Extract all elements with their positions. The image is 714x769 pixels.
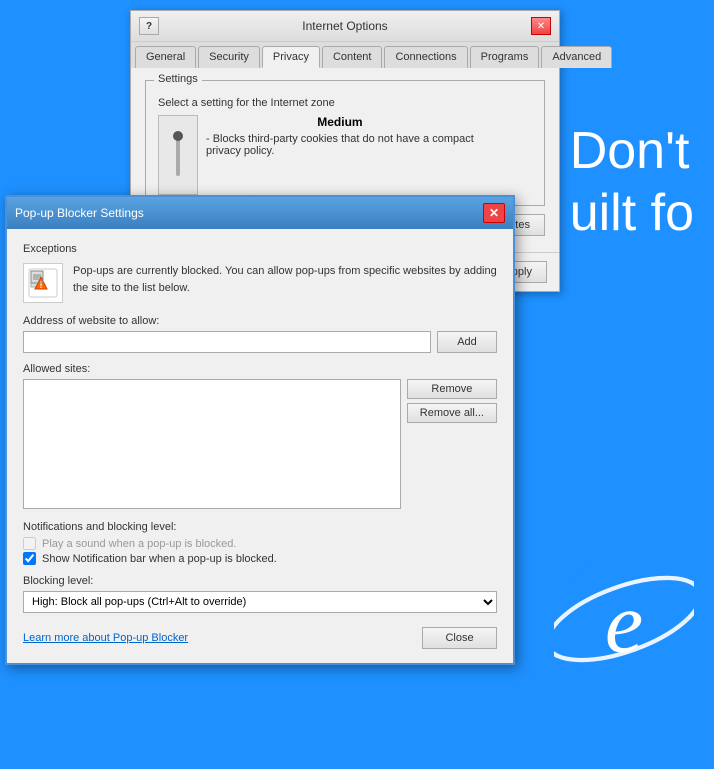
tab-content[interactable]: Content [322, 46, 383, 68]
svg-text:!: ! [40, 280, 43, 290]
allowed-label: Allowed sites: [23, 363, 497, 375]
internet-options-titlebar: ? Internet Options ✕ [131, 11, 559, 42]
settings-group-label: Settings [154, 73, 202, 85]
internet-options-close-btn[interactable]: ✕ [531, 17, 551, 35]
popup-content: Exceptions ! Pop-ups are currently block… [7, 229, 513, 663]
popup-titlebar: Pop-up Blocker Settings ✕ [7, 197, 513, 229]
notifications-label: Notifications and blocking level: [23, 521, 497, 533]
tab-privacy[interactable]: Privacy [262, 46, 320, 68]
popup-dialog-title: Pop-up Blocker Settings [15, 206, 144, 220]
tabs-container: General Security Privacy Content Connect… [131, 42, 559, 68]
settings-section: Settings Select a setting for the Intern… [145, 80, 545, 206]
exceptions-label: Exceptions [23, 243, 497, 255]
tab-advanced[interactable]: Advanced [541, 46, 612, 68]
blocking-label: Blocking level: [23, 575, 497, 587]
allowed-sites-list[interactable] [23, 379, 401, 509]
select-setting-text: Select a setting for the Internet zone [158, 97, 532, 109]
notifications-section: Notifications and blocking level: Play a… [23, 521, 497, 565]
tab-programs[interactable]: Programs [470, 46, 540, 68]
learn-more-link[interactable]: Learn more about Pop-up Blocker [23, 632, 188, 644]
popup-blocker-dialog: Pop-up Blocker Settings ✕ Exceptions ! [5, 195, 515, 665]
blocking-level-select[interactable]: High: Block all pop-ups (Ctrl+Alt to ove… [23, 591, 497, 613]
play-sound-checkbox[interactable] [23, 537, 36, 550]
show-notification-checkbox[interactable] [23, 552, 36, 565]
internet-options-help-btn[interactable]: ? [139, 17, 159, 35]
medium-desc2: privacy policy. [206, 145, 474, 157]
tab-general[interactable]: General [135, 46, 196, 68]
allowed-row: Remove Remove all... [23, 379, 497, 509]
address-label: Address of website to allow: [23, 315, 497, 327]
popup-info-text: Pop-ups are currently blocked. You can a… [73, 263, 497, 296]
popup-close-btn[interactable]: ✕ [483, 203, 505, 223]
checkbox-row-2: Show Notification bar when a pop-up is b… [23, 552, 497, 565]
tab-connections[interactable]: Connections [384, 46, 467, 68]
remove-button[interactable]: Remove [407, 379, 497, 399]
medium-heading: Medium [206, 115, 474, 129]
popup-footer: Learn more about Pop-up Blocker Close [23, 623, 497, 649]
play-sound-label: Play a sound when a pop-up is blocked. [42, 538, 236, 550]
ie-logo: e [554, 549, 694, 689]
address-row: Add [23, 331, 497, 353]
close-dialog-button[interactable]: Close [422, 627, 497, 649]
internet-options-title: Internet Options [159, 19, 531, 33]
tab-security[interactable]: Security [198, 46, 260, 68]
action-buttons: Remove Remove all... [407, 379, 497, 509]
popup-info-icon: ! [23, 263, 63, 303]
background-text: Don't uilt fo [550, 100, 714, 265]
remove-all-button[interactable]: Remove all... [407, 403, 497, 423]
medium-desc1: - Blocks third-party cookies that do not… [206, 133, 474, 145]
info-box: ! Pop-ups are currently blocked. You can… [23, 263, 497, 303]
checkbox-row-1: Play a sound when a pop-up is blocked. [23, 537, 497, 550]
address-input[interactable] [23, 331, 431, 353]
add-button[interactable]: Add [437, 331, 497, 353]
show-notification-label: Show Notification bar when a pop-up is b… [42, 553, 277, 565]
